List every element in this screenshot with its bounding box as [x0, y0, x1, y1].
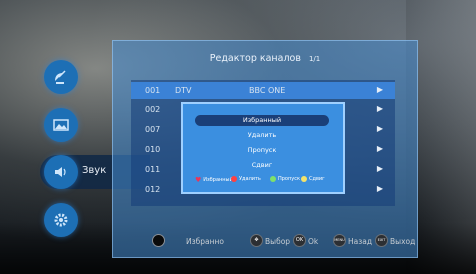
channel-number: 010 — [145, 145, 161, 154]
channel-number: 012 — [145, 185, 161, 194]
menu-key-icon: MENU — [333, 234, 346, 247]
panel-title: Редактор каналов 1/1 — [113, 53, 417, 64]
yellow-dot-icon — [301, 176, 307, 182]
green-dot-icon — [270, 176, 276, 182]
hint-ok: Ok — [308, 237, 319, 246]
heart-icon: ♥ — [195, 176, 202, 184]
panel-title-text: Редактор каналов — [209, 53, 301, 64]
channel-number: 007 — [145, 125, 161, 134]
legend-label: Пропуск — [278, 176, 300, 182]
satellite-menu-button[interactable] — [44, 60, 78, 94]
chevron-right-icon: ▶ — [376, 124, 383, 133]
legend-move: Сдвиг — [301, 176, 325, 182]
chevron-right-icon: ▶ — [376, 85, 383, 94]
sound-menu-button[interactable] — [44, 155, 78, 189]
option-skip[interactable]: Пропуск — [195, 145, 329, 156]
option-delete[interactable]: Удалить — [195, 130, 329, 141]
chevron-right-icon: ▶ — [376, 184, 383, 193]
legend-skip: Пропуск — [270, 176, 300, 182]
legend-delete: Удалить — [231, 176, 261, 182]
legend-favorite: ♥ Избранный — [195, 176, 233, 184]
picture-menu-button[interactable] — [44, 108, 78, 142]
legend-label: Избранный — [203, 177, 233, 183]
chevron-right-icon: ▶ — [376, 164, 383, 173]
red-dot-icon — [231, 176, 237, 182]
gear-icon — [54, 213, 68, 227]
settings-menu-button[interactable] — [44, 203, 78, 237]
option-move[interactable]: Сдвиг — [195, 160, 329, 171]
option-favorite[interactable]: Избранный — [195, 115, 329, 126]
exit-key-icon: EXIT — [375, 234, 388, 247]
channel-name: BBC ONE — [249, 86, 286, 95]
hint-exit: Выход — [390, 237, 416, 246]
navigation-arrows-icon: ✥ — [250, 234, 263, 247]
chevron-right-icon: ▶ — [376, 104, 383, 113]
channel-number: 011 — [145, 165, 161, 174]
picture-icon — [53, 119, 69, 131]
sound-menu-label: Звук — [82, 165, 107, 176]
channel-number: 001 — [145, 86, 161, 95]
channel-number: 002 — [145, 105, 161, 114]
legend-label: Удалить — [239, 176, 261, 182]
panel-page-indicator: 1/1 — [308, 55, 321, 63]
channel-action-popup: Избранный Удалить Пропуск Сдвиг ♥ Избран… — [181, 102, 345, 194]
chevron-right-icon: ▶ — [376, 144, 383, 153]
hint-back: Назад — [348, 237, 373, 246]
legend-label: Сдвиг — [309, 176, 325, 182]
channel-row[interactable]: 001 DTV BBC ONE ▶ — [131, 82, 395, 99]
speaker-icon — [55, 167, 66, 177]
channel-type: DTV — [175, 86, 192, 95]
ok-key-icon: OK — [293, 234, 306, 247]
favorite-key-icon — [152, 234, 165, 247]
satellite-dish-icon — [55, 70, 66, 84]
hint-select: Выбор — [265, 237, 291, 246]
hint-favorite: Избранно — [186, 237, 224, 246]
